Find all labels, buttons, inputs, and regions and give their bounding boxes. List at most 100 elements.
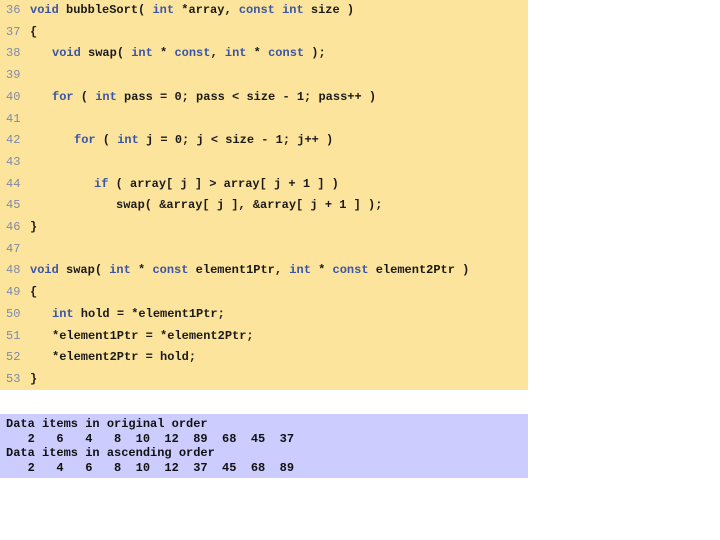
code-text: for ( int pass = 0; pass < size - 1; pas… (52, 90, 376, 104)
code-token: ( (73, 89, 96, 104)
keyword-token: void (30, 3, 59, 17)
code-token: , (210, 46, 225, 61)
code-text: for ( int j = 0; j < size - 1; j++ ) (74, 133, 333, 147)
code-text: int hold = *element1Ptr; (52, 307, 225, 321)
code-line: 50 int hold = *element1Ptr; (0, 307, 225, 327)
keyword-token: for (74, 133, 96, 148)
line-number: 53 (6, 371, 21, 386)
code-token: element1Ptr, (188, 263, 290, 278)
line-number: 37 (6, 24, 21, 39)
code-line: 49 { (0, 285, 37, 305)
code-token: ); (304, 46, 326, 61)
code-text: void swap( int * const, int * const ); (52, 46, 326, 60)
code-text: void bubbleSort( int *array, const int s… (30, 3, 354, 17)
keyword-token: int (289, 263, 311, 278)
keyword-token: const (332, 263, 369, 278)
code-line: 51 *element1Ptr = *element2Ptr; (0, 329, 254, 349)
code-text: { (30, 25, 37, 39)
code-line: 39 (0, 68, 30, 88)
keyword-token: int (109, 263, 131, 278)
code-line: 53} (0, 372, 37, 392)
code-token: swap( (58, 263, 110, 278)
code-line: 46} (0, 220, 37, 240)
keyword-token: for (52, 89, 74, 104)
code-token: { (30, 285, 38, 300)
code-text: } (30, 372, 37, 386)
line-number: 43 (6, 154, 21, 169)
keyword-token: const (174, 46, 211, 61)
code-text: *element2Ptr = hold; (52, 350, 196, 364)
code-line: 45 swap( &array[ j ], &array[ j + 1 ] ); (0, 198, 382, 218)
code-token: { (30, 24, 38, 39)
code-token: } (30, 371, 38, 386)
keyword-token: void (30, 263, 59, 278)
code-token: *element1Ptr = *element2Ptr; (52, 328, 254, 343)
line-number: 39 (6, 68, 21, 83)
code-text: swap( &array[ j ], &array[ j + 1 ] ); (116, 198, 382, 212)
keyword-token: const (152, 263, 189, 278)
keyword-token: int (131, 46, 153, 61)
code-line: 44 if ( array[ j ] > array[ j + 1 ] ) (0, 177, 339, 197)
code-token: * (310, 263, 333, 278)
code-line: 52 *element2Ptr = hold; (0, 350, 196, 370)
line-number: 47 (6, 241, 21, 256)
line-number: 49 (6, 285, 21, 300)
keyword-token: int (282, 3, 304, 17)
code-line: 41 (0, 112, 30, 132)
code-line: 36 void bubbleSort( int *array, const int… (0, 3, 354, 23)
keyword-token: if (94, 176, 109, 191)
code-text: } (30, 220, 37, 234)
code-token: * (246, 46, 269, 61)
line-number: 48 (6, 263, 21, 278)
code-token: swap( &array[ j ], &array[ j + 1 ] ); (116, 198, 383, 213)
code-token: * (152, 46, 175, 61)
code-token: size ) (303, 3, 355, 17)
line-number: 40 (6, 89, 21, 104)
output-line: 2 4 6 8 10 12 37 45 68 89 (6, 460, 295, 475)
program-output: Data items in original order 2 6 4 8 10 … (0, 414, 528, 478)
line-number: 44 (6, 176, 21, 191)
output-line: Data items in original order (6, 417, 208, 431)
code-listing: 36 void bubbleSort( int *array, const int… (0, 0, 528, 390)
line-number: 51 (6, 328, 21, 343)
code-line: 43 (0, 155, 30, 175)
line-number: 50 (6, 306, 21, 321)
code-token: hold = *element1Ptr; (73, 306, 225, 321)
code-token: pass = 0; pass < size - 1; pass++ ) (116, 89, 377, 104)
code-token: bubbleSort( (58, 3, 153, 17)
line-number: 41 (6, 111, 21, 126)
code-token: element2Ptr ) (368, 263, 470, 278)
line-number: 38 (6, 46, 21, 61)
keyword-token: int (52, 306, 74, 321)
code-token: ( array[ j ] > array[ j + 1 ] ) (108, 176, 339, 191)
line-number: 42 (6, 133, 21, 148)
code-line: 40 for ( int pass = 0; pass < size - 1; p… (0, 90, 376, 110)
code-token: } (30, 220, 38, 234)
keyword-token: int (117, 133, 139, 148)
code-line: 47 (0, 242, 30, 262)
line-number: 45 (6, 198, 21, 213)
line-number: 52 (6, 350, 21, 365)
code-text: if ( array[ j ] > array[ j + 1 ] ) (94, 177, 339, 191)
code-line: 37 { (0, 25, 37, 45)
code-line: 42 for ( int j = 0; j < size - 1; j++ ) (0, 133, 333, 153)
keyword-token: int (224, 46, 247, 61)
keyword-token: void (52, 46, 81, 61)
code-token: swap( (80, 46, 132, 61)
line-number: 46 (6, 220, 21, 234)
keyword-token: const (268, 46, 305, 61)
code-token: *element2Ptr = hold; (52, 350, 197, 365)
output-line: Data items in ascending order (6, 446, 215, 460)
line-number: 36 (6, 3, 21, 17)
code-line: 48 void swap( int * const element1Ptr, in… (0, 263, 469, 283)
output-line: 2 6 4 8 10 12 89 68 45 37 (6, 431, 295, 446)
code-token: ( (95, 133, 118, 148)
keyword-token: int (95, 89, 117, 104)
code-token: * (130, 263, 153, 278)
keyword-token: int (152, 3, 175, 17)
code-text: *element1Ptr = *element2Ptr; (52, 329, 254, 343)
keyword-token: const (238, 3, 275, 17)
code-text: void swap( int * const element1Ptr, int … (30, 263, 469, 277)
code-line: 38 void swap( int * const, int * const ); (0, 46, 326, 66)
